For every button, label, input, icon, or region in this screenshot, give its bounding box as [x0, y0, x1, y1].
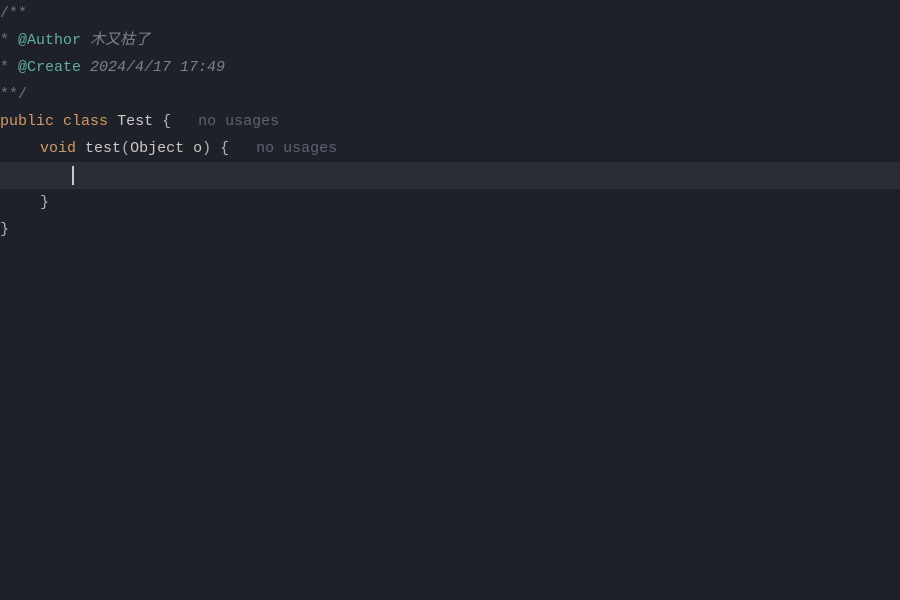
comment-text: **/	[0, 81, 27, 108]
code-line[interactable]: }	[0, 189, 900, 216]
space	[108, 108, 117, 135]
text-cursor	[72, 166, 74, 185]
comment-text: 木又枯了	[81, 27, 150, 54]
class-name: Test	[117, 108, 153, 135]
brace: }	[40, 189, 49, 216]
space	[54, 108, 63, 135]
comment-text: /**	[0, 0, 27, 27]
code-line[interactable]: **/	[0, 81, 900, 108]
param-type: Object	[130, 135, 184, 162]
code-line[interactable]: public class Test { no usages	[0, 108, 900, 135]
space	[229, 135, 256, 162]
inlay-hint[interactable]: no usages	[256, 135, 337, 162]
param-name: o	[193, 135, 202, 162]
brace: {	[220, 135, 229, 162]
keyword: void	[40, 135, 76, 162]
brace: }	[0, 216, 9, 243]
comment-text: *	[0, 27, 18, 54]
code-line-current[interactable]	[0, 162, 900, 189]
comment-text: *	[0, 54, 18, 81]
space	[211, 135, 220, 162]
brace: {	[162, 108, 171, 135]
comment-text: 2024/4/17 17:49	[81, 54, 225, 81]
space	[184, 135, 193, 162]
space	[153, 108, 162, 135]
keyword: public	[0, 108, 54, 135]
lightbulb-icon[interactable]	[9, 141, 25, 157]
keyword: class	[63, 108, 108, 135]
code-line[interactable]: void test(Object o) { no usages	[0, 135, 900, 162]
paren: )	[202, 135, 211, 162]
code-line[interactable]: }	[0, 216, 900, 243]
space	[76, 135, 85, 162]
method-name: test	[85, 135, 121, 162]
javadoc-tag: @Create	[18, 54, 81, 81]
inlay-hint[interactable]: no usages	[198, 108, 279, 135]
indent	[0, 162, 72, 189]
code-editor[interactable]: /** * @Author 木又枯了 * @Create 2024/4/17 1…	[0, 0, 900, 600]
space	[171, 108, 198, 135]
code-line[interactable]: * @Author 木又枯了	[0, 27, 900, 54]
javadoc-tag: @Author	[18, 27, 81, 54]
code-line[interactable]: * @Create 2024/4/17 17:49	[0, 54, 900, 81]
code-line[interactable]: /**	[0, 0, 900, 27]
paren: (	[121, 135, 130, 162]
